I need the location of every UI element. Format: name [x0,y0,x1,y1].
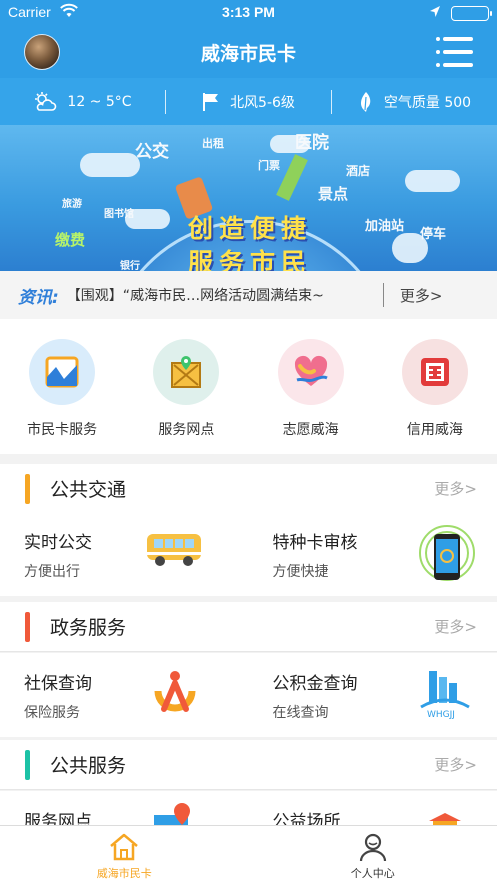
status-bar: Carrier 3:13 PM [0,0,497,26]
banner-word: 图书馆 [104,209,134,220]
wind-text: 北风5-6级 [230,94,295,111]
section-accent-bar [25,749,30,780]
section-more-link[interactable]: 更多> [434,754,477,775]
service-desc: 保险服务 [24,705,80,721]
service-outlets[interactable]: 服务网点 [0,791,249,827]
promo-banner[interactable]: 公交 医院 出租 门票 酒店 景点 加油站 停车 图书馆 缴费 旅游 银行 创造… [0,125,497,271]
news-tag: 资讯: [18,287,59,308]
banner-word: 停车 [420,227,447,242]
banner-word: 缴费 [55,231,86,249]
service-name: 公益场所 [272,812,341,827]
section-accent-bar [25,473,30,504]
air-quality-text: 空气质量 500 [383,94,472,111]
news-ticker[interactable]: 资讯: 【围观】“威海市民…网络活动圆满结束~ 更多> [0,271,497,319]
header-bar: 威海市民卡 [0,26,497,78]
service-name: 社保查询 [24,674,92,694]
sun-cloud-icon [35,91,57,111]
section-more-link[interactable]: 更多> [434,478,477,499]
banner-word: 医院 [295,133,329,153]
banner-word: 公交 [135,142,169,162]
svg-text:WHGJJ: WHGJJ [427,710,455,719]
tab-profile[interactable]: 个人中心 [249,826,497,883]
banner-word: 酒店 [346,164,371,178]
nfc-phone-icon [418,525,475,581]
service-public-welfare[interactable]: 公益场所 [249,791,497,827]
tab-label: 个人中心 [350,867,395,880]
weather-air-quality: 空气质量 500 [332,78,497,125]
section-items-transport: 实时公交 方便出行 特种卡审核 方便快捷 [0,512,497,596]
service-desc: 方便出行 [24,564,80,580]
quick-link-service-points[interactable]: 服务网点 [124,319,248,454]
map-pin-icon [153,339,220,405]
quick-link-label: 市民卡服务 [27,422,98,438]
quick-links: 市民卡服务 服务网点 志愿威海 信用威海 [0,319,497,454]
credit-badge-icon [401,339,468,405]
app-title: 威海市民卡 [200,43,296,65]
flag-icon [203,92,219,111]
banner-word: 门票 [258,159,280,172]
banner-slogan-line2: 服务市民 [187,248,312,271]
home-icon [110,833,139,861]
section-title: 公共服务 [50,755,127,777]
section-accent-bar [25,611,30,642]
map-location-icon [154,803,190,827]
heart-hands-icon [277,339,344,405]
whgjj-logo-icon: WHGJJ [419,671,470,719]
temperature-text: 12 ~ 5°C [67,93,132,110]
service-special-card-review[interactable]: 特种卡审核 方便快捷 [249,512,497,596]
leaf-icon [360,91,371,112]
quick-link-label: 志愿威海 [282,422,339,438]
card-chart-icon [29,339,96,405]
service-social-security[interactable]: 社保查询 保险服务 [0,653,249,737]
list-menu-icon[interactable] [436,35,473,69]
bus-icon [147,534,201,566]
banner-word: 加油站 [365,219,405,234]
banner-word: 景点 [318,185,349,203]
news-headline[interactable]: 【围观】“威海市民…网络活动圆满结束~ [67,285,367,305]
person-icon [359,833,386,862]
banner-word: 旅游 [62,199,82,210]
section-more-link[interactable]: 更多> [434,616,477,637]
service-name: 服务网点 [24,812,92,827]
building-decoration [276,154,308,201]
quick-link-citizen-card[interactable]: 市民卡服务 [0,319,124,454]
news-more-link[interactable]: 更多> [400,285,443,306]
weather-bar: 12 ~ 5°C 北风5-6级 空气质量 500 [0,78,497,125]
quick-link-label: 服务网点 [158,422,215,438]
divider [382,283,384,307]
location-arrow-icon [429,5,441,21]
tab-home[interactable]: 威海市民卡 [0,826,249,883]
section-items-government: 社保查询 保险服务 公积金查询 在线查询 WHGJJ [0,653,497,737]
weather-wind: 北风5-6级 [166,78,331,125]
banner-slogan-line1: 创造便捷 [187,214,312,243]
battery-icon [451,6,492,21]
cloud-decoration [405,170,460,192]
quick-link-credit[interactable]: 信用威海 [373,319,497,454]
service-realtime-bus[interactable]: 实时公交 方便出行 [0,512,249,596]
section-header-transport: 公共交通 更多> [0,464,497,514]
section-items-public: 服务网点 公益场所 [0,791,497,827]
section-title: 政务服务 [50,617,127,639]
service-name: 实时公交 [24,533,92,553]
banner-word: 出租 [202,137,224,150]
section-header-public: 公共服务 更多> [0,740,497,790]
social-security-logo-icon [154,671,196,712]
section-title: 公共交通 [50,479,127,501]
section-header-government: 政务服务 更多> [0,602,497,652]
quick-link-label: 信用威海 [406,422,463,438]
banner-word: 银行 [120,261,140,271]
tab-bar: 威海市民卡 个人中心 [0,825,497,883]
weather-temperature: 12 ~ 5°C [0,78,165,125]
quick-link-volunteer[interactable]: 志愿威海 [249,319,373,454]
tab-label: 威海市民卡 [96,867,152,880]
service-housing-fund[interactable]: 公积金查询 在线查询 WHGJJ [249,653,497,737]
cloud-decoration [80,153,140,177]
status-time: 3:13 PM [222,4,275,20]
